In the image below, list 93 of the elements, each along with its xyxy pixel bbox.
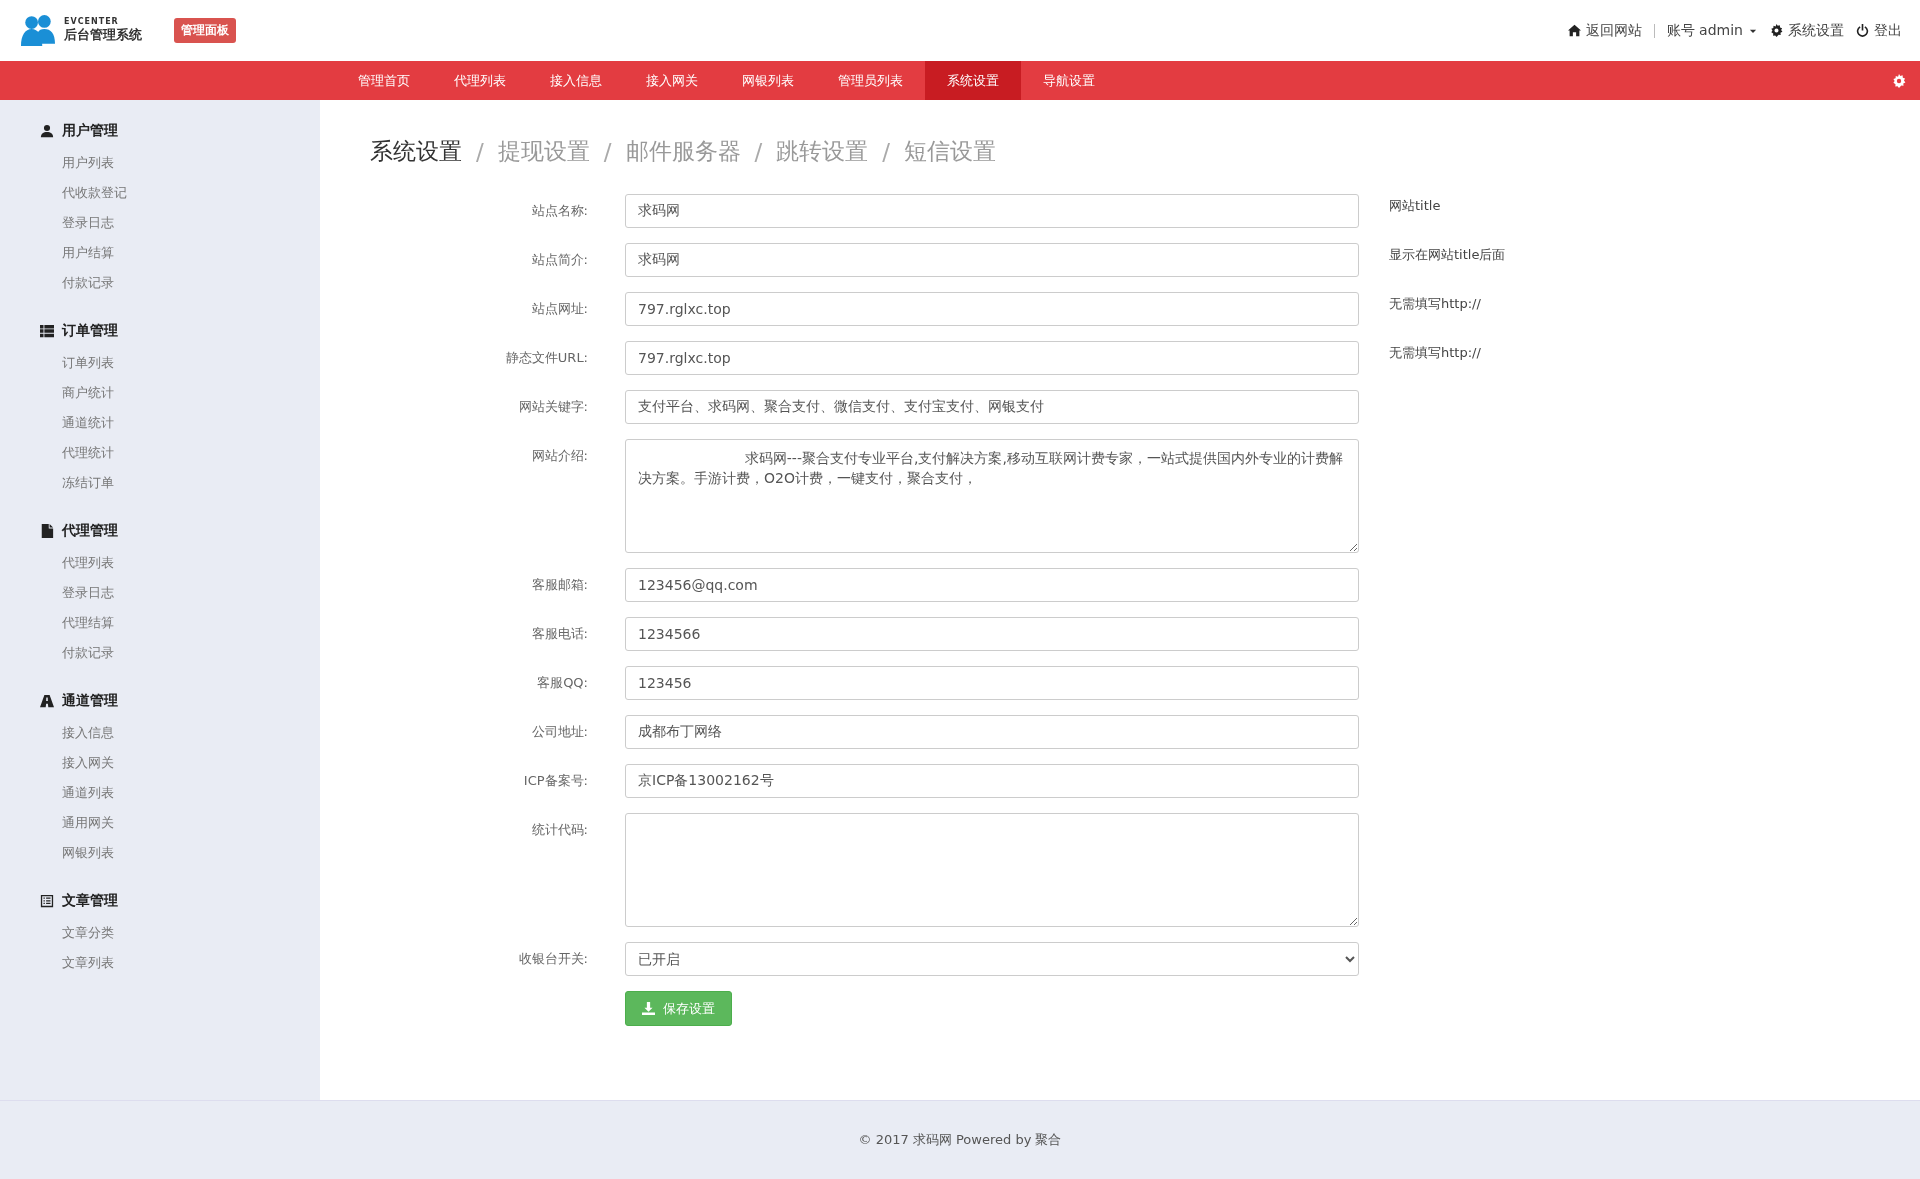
breadcrumb-tab[interactable]: 邮件服务器 [625,136,741,167]
header-link[interactable]: 账号 admin [1666,21,1758,40]
sidebar-item[interactable]: 付款记录 [62,638,320,668]
text-area[interactable]: 求码网---聚合支付专业平台,支付解决方案,移动互联网计费专家，一站式提供国内外专业的计费解决方案。手游计费，O2O计费，一键支付，聚合支付， [625,439,1359,553]
nav-tab[interactable]: 接入网关 [624,61,720,100]
sidebar-item[interactable]: 通道列表 [62,778,320,808]
breadcrumb-tab[interactable]: 提现设置 [497,136,590,167]
field-label: 客服邮箱: [530,576,589,594]
nav-tab[interactable]: 代理列表 [432,61,528,100]
sidebar-heading: 文章管理 [62,892,118,910]
header-link[interactable]: 登出 [1856,21,1902,40]
sidebar-heading: 用户管理 [62,122,118,140]
sidebar-item[interactable]: 接入信息 [62,718,320,748]
input-field[interactable]: 求码网 [625,243,1359,277]
breadcrumb-separator: / [603,138,612,165]
nav-tab[interactable]: 接入信息 [528,61,624,100]
breadcrumb-tab[interactable]: 跳转设置 [776,136,869,167]
field-hint: 无需填写http:// [1389,295,1481,313]
sidebar-item[interactable]: 代理统计 [62,438,320,468]
list-icon [40,324,54,338]
sidebar-item[interactable]: 网银列表 [62,838,320,868]
sidebar-item[interactable]: 代收款登记 [62,178,320,208]
breadcrumb-tab[interactable]: 短信设置 [904,136,996,167]
settings-icon [1770,24,1783,37]
sidebar-item[interactable]: 登录日志 [62,578,320,608]
field-label: 统计代码: [530,821,589,839]
sidebar-item[interactable]: 商户统计 [62,378,320,408]
field-label: 收银台开关: [517,950,589,968]
sidebar-item[interactable]: 登录日志 [62,208,320,238]
field-hint: 无需填写http:// [1389,344,1481,362]
breadcrumb-separator: / [754,138,763,165]
field-label: 静态文件URL: [504,349,589,367]
file-icon [40,524,54,538]
sidebar-item[interactable]: 通用网关 [62,808,320,838]
input-field[interactable]: 支付平台、求码网、聚合支付、微信支付、支付宝支付、网银支付 [625,390,1359,424]
field-hint: 显示在网站title后面 [1389,246,1506,264]
field-label: 站点网址: [530,300,589,318]
input-field[interactable]: 京ICP备13002162号 [625,764,1359,798]
nav-tab[interactable]: 系统设置 [925,61,1021,100]
header-link[interactable]: 返回网站 [1567,21,1642,40]
text-area[interactable] [625,813,1359,927]
road-icon [40,694,54,708]
input-field[interactable]: 1234566 [625,617,1359,651]
input-field[interactable]: 123456@qq.com [625,568,1359,602]
settings-icon [1892,73,1906,88]
nav-tab[interactable]: 管理首页 [336,61,432,100]
header-link[interactable]: 系统设置 [1770,21,1844,40]
people-icon [18,13,58,48]
nav-tab[interactable]: 管理员列表 [816,61,925,100]
field-hint: 网站title [1389,197,1441,215]
sidebar-item[interactable]: 付款记录 [62,268,320,298]
footer-text: © 2017 求码网 Powered by 聚合 [0,1100,1920,1179]
sidebar-item[interactable]: 订单列表 [62,348,320,378]
sidebar-item[interactable]: 通道统计 [62,408,320,438]
sidebar-item[interactable]: 接入网关 [62,748,320,778]
breadcrumb-separator: / [882,138,890,165]
sidebar-item[interactable]: 代理结算 [62,608,320,638]
panel-badge: 管理面板 [174,18,236,43]
save-button[interactable]: 保存设置 [625,991,732,1026]
sidebar-item[interactable]: 用户列表 [62,148,320,178]
input-field[interactable]: 123456 [625,666,1359,700]
field-label: 网站介绍: [530,447,589,465]
sidebar-heading: 代理管理 [62,522,118,540]
home-icon [1567,24,1581,37]
logo-caption: EVCENTER [64,17,120,26]
nav-tab[interactable]: 导航设置 [1021,61,1117,100]
sidebar-heading: 通道管理 [62,692,118,710]
field-label: 客服QQ: [536,674,589,692]
field-label: 公司地址: [530,723,589,741]
field-label: 站点简介: [530,251,589,269]
field-label: 网站关键字: [517,398,589,416]
sidebar-item[interactable]: 代理列表 [62,548,320,578]
input-field[interactable]: 成都布丁网络 [625,715,1359,749]
sidebar-item[interactable]: 文章分类 [62,918,320,948]
user-icon [40,124,54,138]
input-field[interactable]: 797.rglxc.top [625,341,1359,375]
input-field[interactable]: 797.rglxc.top [625,292,1359,326]
nav-tab[interactable]: 网银列表 [720,61,816,100]
sidebar-item[interactable]: 冻结订单 [62,468,320,498]
field-label: 客服电话: [530,625,589,643]
select-field[interactable]: 已开启 [625,942,1359,976]
breadcrumb-separator: / [476,138,484,165]
field-label: 站点名称: [530,202,589,220]
power-icon [1856,24,1869,37]
sidebar-heading: 订单管理 [62,322,118,340]
download-icon [642,1002,655,1015]
breadcrumb-tab[interactable]: 系统设置 [370,136,462,167]
field-label: ICP备案号: [522,772,589,790]
sidebar-item[interactable]: 文章列表 [62,948,320,978]
list-doc-icon [40,894,54,908]
sidebar-item[interactable]: 用户结算 [62,238,320,268]
logo-title: 后台管理系统 [64,26,142,44]
input-field[interactable]: 求码网 [625,194,1359,228]
